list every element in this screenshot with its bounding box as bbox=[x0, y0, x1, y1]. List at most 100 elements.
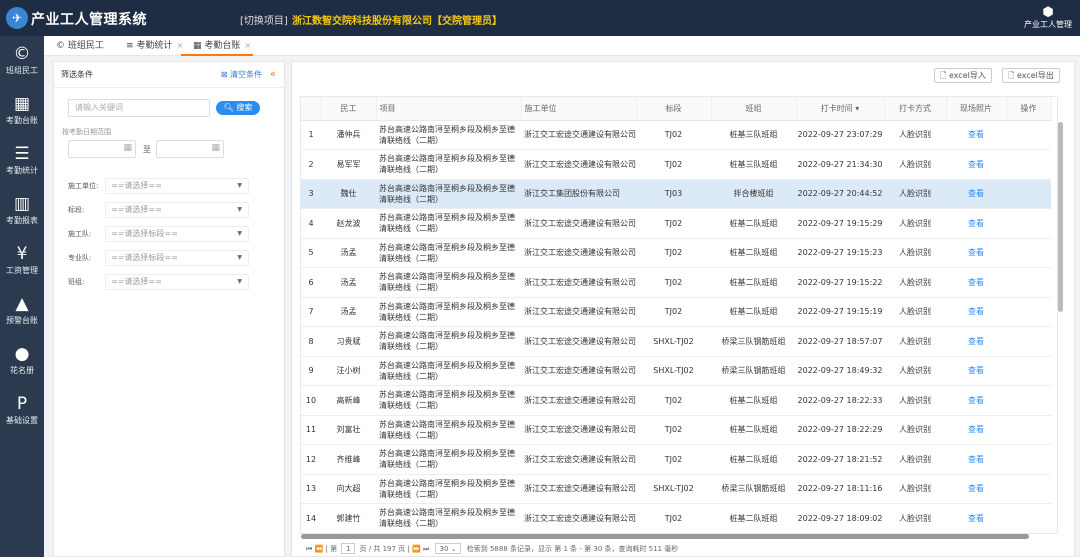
total-pages: 页 / 共 197 页 bbox=[359, 545, 406, 553]
prev-page-button[interactable]: ⏪ bbox=[315, 545, 324, 553]
sidebar-item-roster[interactable]: ● 花名册 bbox=[0, 336, 44, 386]
filter-select[interactable]: ==请选择标段== ▼ bbox=[105, 250, 249, 266]
last-page-button[interactable]: ⏭ bbox=[423, 545, 429, 553]
view-photo-link[interactable]: 查看 bbox=[946, 267, 1006, 298]
cell-unit: 浙江交工宏途交通建设有限公司 bbox=[521, 208, 636, 239]
cell-method: 人脸识别 bbox=[884, 474, 946, 504]
page-input[interactable]: 1 bbox=[341, 543, 356, 554]
filter-label: 专业队: bbox=[68, 254, 92, 262]
cell-method: 人脸识别 bbox=[884, 179, 946, 209]
cell-actions bbox=[1006, 297, 1051, 327]
cell-no: 12 bbox=[301, 444, 321, 475]
view-photo-link[interactable]: 查看 bbox=[946, 503, 1006, 533]
view-photo-link[interactable]: 查看 bbox=[946, 238, 1006, 268]
cell-method: 人脸识别 bbox=[884, 238, 946, 268]
view-photo-link[interactable]: 查看 bbox=[946, 385, 1006, 416]
close-icon[interactable]: × bbox=[244, 41, 251, 50]
switch-project-link[interactable]: [切换项目] bbox=[240, 12, 288, 27]
collapse-icon[interactable]: « bbox=[270, 62, 276, 88]
table-row[interactable]: 4 赵龙波 苏台高速公路南浔至桐乡段及桐乡至德清联络线（二期） 浙江交工宏途交通建设有… bbox=[301, 208, 1051, 239]
cell-team: 桩基二队班组 bbox=[711, 385, 796, 416]
cell-actions bbox=[1006, 179, 1051, 209]
cell-section: TJ02 bbox=[636, 238, 711, 268]
table-row[interactable]: 1 潘仲兵 苏台高速公路南浔至桐乡段及桐乡至德清联络线（二期） 浙江交工宏途交通建设有… bbox=[301, 120, 1051, 150]
table-row[interactable]: 11 刘富壮 苏台高速公路南浔至桐乡段及桐乡至德清联络线（二期） 浙江交工宏途交通建设… bbox=[301, 415, 1051, 445]
table-row[interactable]: 13 向大超 苏台高速公路南浔至桐乡段及桐乡至德清联络线（二期） 浙江交工宏途交通建设… bbox=[301, 474, 1051, 504]
cube-icon: ⬢ bbox=[1042, 5, 1054, 20]
cell-name: 魏仕 bbox=[321, 179, 376, 209]
cell-time: 2022-09-27 18:11:16 bbox=[796, 474, 884, 504]
view-photo-link[interactable]: 查看 bbox=[946, 120, 1006, 150]
table-row[interactable]: 8 习贵斌 苏台高速公路南浔至桐乡段及桐乡至德清联络线（二期） 浙江交工宏途交通建设有… bbox=[301, 326, 1051, 357]
cell-no: 5 bbox=[301, 238, 321, 268]
sidebar-item-basic-settings[interactable]: P 基础设置 bbox=[0, 386, 44, 436]
cell-time: 2022-09-27 18:57:07 bbox=[796, 326, 884, 357]
view-photo-link[interactable]: 查看 bbox=[946, 179, 1006, 209]
excel-export-button[interactable]: 🗋 excel导出 bbox=[1002, 68, 1060, 83]
table-row[interactable]: 12 齐维峰 苏台高速公路南浔至桐乡段及桐乡至德清联络线（二期） 浙江交工宏途交通建设… bbox=[301, 444, 1051, 475]
sidebar-item-warning-ledger[interactable]: ▲ 预警台账 bbox=[0, 286, 44, 336]
clear-filter-button[interactable]: ⊠ 清空条件 bbox=[221, 62, 262, 88]
cell-actions bbox=[1006, 267, 1051, 298]
table-row[interactable]: 5 汤孟 苏台高速公路南浔至桐乡段及桐乡至德清联络线（二期） 浙江交工宏途交通建设有限… bbox=[301, 238, 1051, 268]
sidebar-item-wage-management[interactable]: ¥ 工资管理 bbox=[0, 236, 44, 286]
cell-section: TJ03 bbox=[636, 179, 711, 209]
cell-no: 6 bbox=[301, 267, 321, 298]
search-label: 搜索 bbox=[236, 103, 253, 112]
sidebar-item-attendance-report[interactable]: ▥ 考勤报表 bbox=[0, 186, 44, 236]
chevron-down-icon: ▼ bbox=[237, 182, 242, 189]
cell-no: 3 bbox=[301, 179, 321, 209]
vertical-scrollbar[interactable] bbox=[1058, 122, 1063, 312]
sidebar-item-label: 考勤台账 bbox=[6, 116, 38, 125]
table-row[interactable]: 3 魏仕 苏台高速公路南浔至桐乡段及桐乡至德清联络线（二期） 浙江交工集团股份有限公司… bbox=[301, 179, 1051, 209]
excel-import-button[interactable]: 🗋 excel导入 bbox=[934, 68, 992, 83]
view-photo-link[interactable]: 查看 bbox=[946, 149, 1006, 180]
keyword-input[interactable]: 请输入关键词 bbox=[68, 99, 210, 117]
table-row[interactable]: 2 易军军 苏台高速公路南浔至桐乡段及桐乡至德清联络线（二期） 浙江交工宏途交通建设有… bbox=[301, 149, 1051, 180]
cell-actions bbox=[1006, 356, 1051, 386]
tab-bar: © 班组民工× ≡ 考勤统计× ▦ 考勤台账× bbox=[44, 36, 1080, 70]
column-header[interactable]: 打卡时间 ▾ bbox=[796, 97, 885, 121]
page-size-select[interactable]: 30 ⌄ bbox=[435, 543, 461, 554]
filter-select-value: ==请选择== bbox=[111, 205, 162, 214]
view-photo-link[interactable]: 查看 bbox=[946, 208, 1006, 239]
cell-actions bbox=[1006, 415, 1051, 445]
cell-team: 桩基二队班组 bbox=[711, 208, 796, 239]
filter-select[interactable]: ==请选择标段== ▼ bbox=[105, 226, 249, 242]
cell-name: 赵龙波 bbox=[321, 208, 376, 239]
table-row[interactable]: 6 汤孟 苏台高速公路南浔至桐乡段及桐乡至德清联络线（二期） 浙江交工宏途交通建设有限… bbox=[301, 267, 1051, 298]
cell-time: 2022-09-27 19:15:19 bbox=[796, 297, 884, 327]
sidebar-item-attendance-ledger[interactable]: ▦ 考勤台账 bbox=[0, 86, 44, 136]
cell-name: 高新峰 bbox=[321, 385, 376, 416]
table-row[interactable]: 9 汪小树 苏台高速公路南浔至桐乡段及桐乡至德清联络线（二期） 浙江交工宏途交通建设有… bbox=[301, 356, 1051, 386]
search-button[interactable]: 🔍︎ 搜索 bbox=[216, 101, 260, 115]
end-date-input[interactable]: ▦ bbox=[156, 140, 224, 158]
record-summary: 检索到 5888 条记录，显示 第 1 条 - 第 30 条，查询耗时 511 … bbox=[466, 545, 679, 553]
cell-actions bbox=[1006, 326, 1051, 357]
view-photo-link[interactable]: 查看 bbox=[946, 415, 1006, 445]
horizontal-scrollbar[interactable] bbox=[301, 534, 1029, 539]
view-photo-link[interactable]: 查看 bbox=[946, 356, 1006, 386]
view-photo-link[interactable]: 查看 bbox=[946, 474, 1006, 504]
start-date-input[interactable]: ▦ bbox=[68, 140, 136, 158]
filter-select[interactable]: ==请选择== ▼ bbox=[105, 274, 249, 290]
filter-select[interactable]: ==请选择== ▼ bbox=[105, 178, 249, 194]
table-row[interactable]: 14 郭建竹 苏台高速公路南浔至桐乡段及桐乡至德清联络线（二期） 浙江交工宏途交通建设… bbox=[301, 503, 1051, 533]
next-page-button[interactable]: ⏩ bbox=[412, 545, 421, 553]
tab-attendance-stats[interactable]: ≡ 考勤统计 × bbox=[114, 36, 184, 56]
view-photo-link[interactable]: 查看 bbox=[946, 444, 1006, 475]
tab-attendance-ledger[interactable]: ▦ 考勤台账 × bbox=[181, 36, 253, 56]
sidebar-item-attendance-stats[interactable]: ☰ 考勤统计 bbox=[0, 136, 44, 186]
cell-unit: 浙江交工宏途交通建设有限公司 bbox=[521, 297, 636, 327]
cell-time: 2022-09-27 18:21:52 bbox=[796, 444, 884, 475]
cell-name: 齐维峰 bbox=[321, 444, 376, 475]
tab-team-workers[interactable]: © 班组民工× bbox=[44, 36, 112, 70]
filter-select[interactable]: ==请选择== ▼ bbox=[105, 202, 249, 218]
user-menu[interactable]: ⬢ 产业工人管理 bbox=[1024, 5, 1072, 30]
table-row[interactable]: 7 汤孟 苏台高速公路南浔至桐乡段及桐乡至德清联络线（二期） 浙江交工宏途交通建设有限… bbox=[301, 297, 1051, 327]
first-page-button[interactable]: ⏮ bbox=[306, 545, 312, 553]
sidebar-item-team-workers[interactable]: © 班组民工 bbox=[0, 36, 44, 86]
view-photo-link[interactable]: 查看 bbox=[946, 326, 1006, 357]
table-row[interactable]: 10 高新峰 苏台高速公路南浔至桐乡段及桐乡至德清联络线（二期） 浙江交工宏途交通建设… bbox=[301, 385, 1051, 416]
view-photo-link[interactable]: 查看 bbox=[946, 297, 1006, 327]
